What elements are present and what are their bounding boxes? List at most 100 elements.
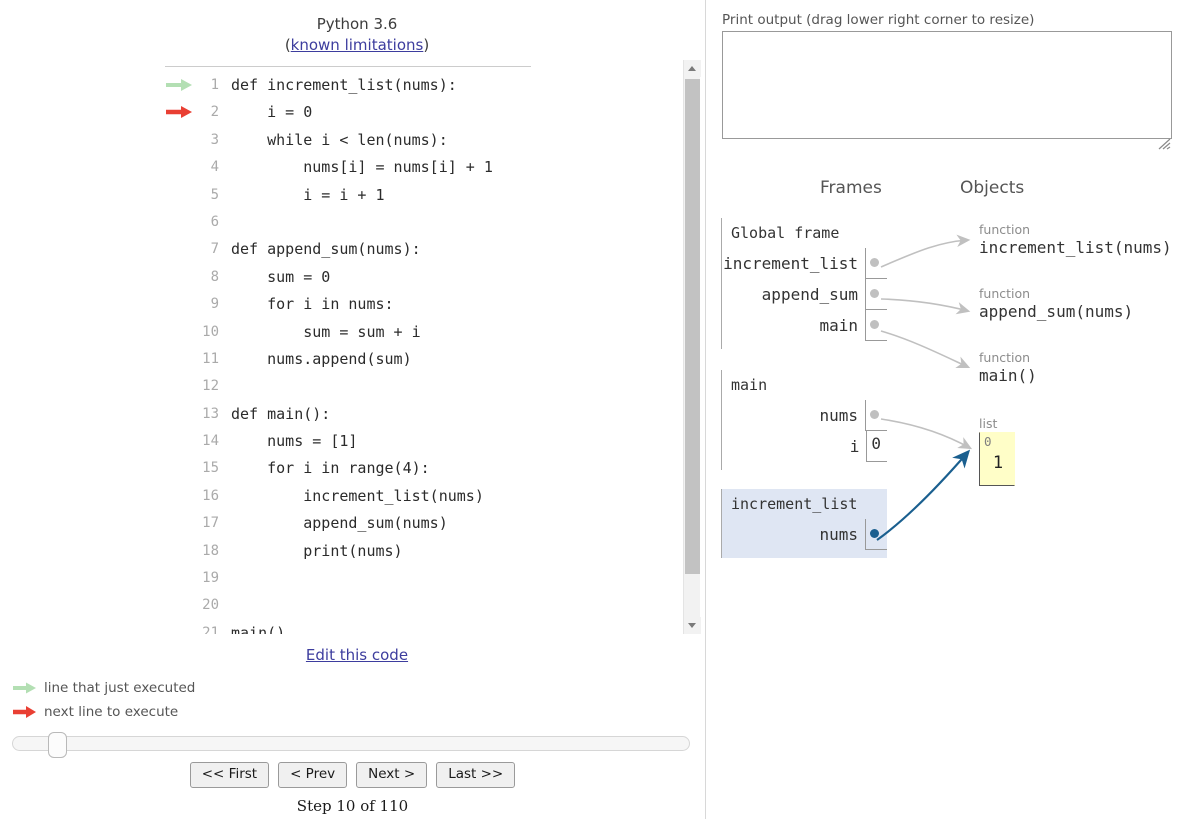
pointer-dot-icon [870, 529, 879, 538]
code-line-text: nums[i] = nums[i] + 1 [231, 158, 493, 177]
legend-label-next-line: next line to execute [44, 704, 179, 720]
frame-variable-row: nums [731, 519, 887, 550]
code-line-number: 3 [210, 131, 219, 148]
code-line-number: 19 [202, 570, 219, 587]
heap-object-type: function [979, 350, 1031, 365]
red-arrow-icon [166, 106, 192, 119]
step-slider-thumb[interactable] [48, 732, 67, 758]
python-version-label: Python 3.6 [316, 15, 398, 33]
code-line-number: 1 [210, 77, 219, 93]
edit-code-container: Edit this code [165, 646, 549, 664]
heap-object-body: main() [979, 366, 1037, 385]
code-line: 2 i = 0 [165, 99, 693, 126]
print-output-box[interactable] [722, 31, 1172, 139]
frame-variable-name: nums [819, 525, 858, 544]
heap-object-type: function [979, 222, 1031, 237]
code-line-text: print(nums) [231, 541, 403, 560]
code-line-number: 14 [202, 433, 219, 450]
frame-variable-value [865, 279, 887, 310]
frame-variable-row: increment_list [723, 248, 887, 279]
pointer-dot-icon [870, 289, 879, 298]
known-limitations-line: (known limitations) [165, 35, 549, 56]
code-line-number: 21 [202, 624, 219, 634]
frame-variable-name: nums [819, 406, 858, 425]
code-line: 20 [165, 592, 693, 619]
code-line-text: def append_sum(nums): [231, 240, 421, 259]
scroll-down-icon[interactable] [684, 617, 701, 634]
code-line-text: nums = [1] [231, 432, 358, 451]
step-counter: Step 10 of 110 [296, 797, 409, 815]
code-display: 1 def increment_list(nums): 2 i = 03 while… [165, 72, 693, 634]
resize-grip-icon[interactable] [1158, 138, 1172, 150]
frame-variable-name: i [849, 437, 860, 456]
code-line-number: 15 [202, 460, 219, 477]
frame-variable-value [865, 519, 887, 550]
header-divider [165, 66, 531, 67]
next-button[interactable]: Next > [356, 762, 428, 788]
code-line-number: 18 [202, 542, 219, 559]
stack-frame: increment_list nums [721, 489, 887, 558]
code-line-number: 10 [202, 323, 219, 340]
green-arrow-icon [166, 79, 192, 91]
code-line-text: increment_list(nums) [231, 486, 484, 505]
code-line: 3 while i < len(nums): [165, 127, 693, 154]
code-line-text: main() [231, 623, 286, 634]
code-line-text: while i < len(nums): [231, 130, 448, 149]
code-line: 10 sum = sum + i [165, 319, 693, 346]
code-line-number: 6 [210, 213, 219, 230]
code-line-text: sum = 0 [231, 267, 331, 286]
arrow-global-append-sum [880, 298, 971, 315]
code-line-number: 16 [202, 487, 219, 504]
code-line-text: def main(): [231, 404, 331, 423]
code-line: 14 nums = [1] [165, 428, 693, 455]
code-line-number: 4 [210, 159, 219, 176]
code-line: 4 nums[i] = nums[i] + 1 [165, 154, 693, 181]
step-slider-track[interactable] [12, 736, 690, 751]
frame-title: Global frame [731, 224, 840, 242]
arrow-global-increment-list [880, 234, 971, 268]
legend-row-just-executed: line that just executed [12, 676, 195, 700]
code-line: 1 def increment_list(nums): [165, 72, 693, 99]
first-button[interactable]: << First [189, 762, 270, 788]
code-line-number: 13 [202, 405, 219, 422]
code-line: 7 def append_sum(nums): [165, 236, 693, 263]
prev-button[interactable]: < Prev [278, 762, 348, 788]
code-line-text: append_sum(nums) [231, 514, 448, 533]
stack-frame: main nums i 0 [721, 370, 887, 470]
scroll-up-icon[interactable] [684, 60, 701, 77]
list-cell-index: 0 [984, 434, 992, 449]
code-line: 9 for i in nums: [165, 291, 693, 318]
frame-variable-name: increment_list [723, 254, 858, 273]
execution-legend: line that just executed next line to exe… [12, 676, 195, 724]
list-object-type: list [979, 416, 998, 431]
frame-variable-value [865, 400, 887, 431]
pointer-dot-icon [870, 410, 879, 419]
edit-this-code-link[interactable]: Edit this code [306, 646, 408, 664]
known-limitations-link[interactable]: known limitations [291, 36, 424, 54]
frame-variable-value [865, 248, 887, 279]
pointer-dot-icon [870, 258, 879, 267]
code-line-text: for i in range(4): [231, 459, 430, 478]
frame-variable-row: append_sum [731, 279, 887, 310]
python-tutor-visualizer: Python 3.6 (known limitations) 1 def incr… [0, 0, 1191, 819]
code-line: 18 print(nums) [165, 538, 693, 565]
code-line-text: sum = sum + i [231, 322, 421, 341]
code-line-number: 2 [210, 104, 219, 121]
code-scrollbar[interactable] [683, 60, 701, 634]
code-line-number: 20 [202, 597, 219, 614]
code-line-text: i = 0 [231, 103, 313, 122]
code-line-number: 8 [210, 268, 219, 285]
code-line: 5 i = i + 1 [165, 182, 693, 209]
list-object: list 01 [979, 416, 1015, 486]
code-line-text: def increment_list(nums): [231, 76, 457, 94]
code-line-number: 9 [210, 296, 219, 313]
frame-title: main [731, 376, 768, 394]
frame-variable-row: i0 [731, 431, 887, 462]
frame-variable-name: main [819, 316, 858, 335]
last-button[interactable]: Last >> [436, 762, 516, 788]
scrollbar-thumb[interactable] [685, 79, 700, 574]
green-arrow-icon [13, 682, 36, 694]
frame-variable-value: 0 [866, 431, 887, 462]
code-line-text: nums.append(sum) [231, 349, 412, 368]
code-line-number: 12 [202, 378, 219, 395]
